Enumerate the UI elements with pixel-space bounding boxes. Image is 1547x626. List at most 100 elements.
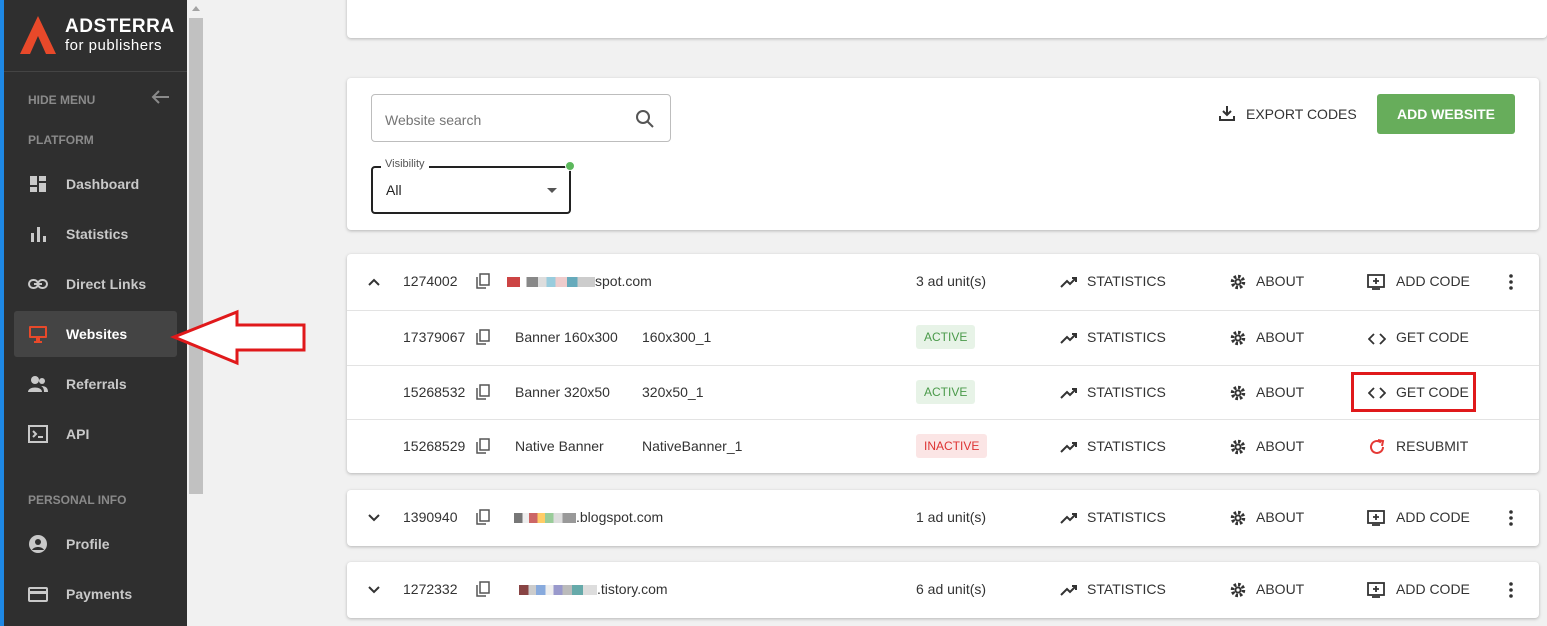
- website-domain[interactable]: .tistory.com: [597, 581, 668, 597]
- copy-icon[interactable]: [476, 438, 490, 454]
- website-id: 1274002: [403, 273, 458, 289]
- sidebar-item-label: Referrals: [66, 376, 127, 392]
- arrow-left-icon[interactable]: [150, 89, 170, 105]
- trending-up-icon: [1060, 585, 1077, 596]
- caret-down-icon: [547, 188, 557, 193]
- about-link[interactable]: ABOUT: [1256, 438, 1304, 454]
- dashboard-icon: [30, 176, 46, 192]
- sidebar-item-label: Direct Links: [66, 276, 147, 292]
- section-platform: PLATFORM: [28, 133, 94, 147]
- status-badge: ACTIVE: [916, 325, 976, 349]
- about-link[interactable]: ABOUT: [1256, 581, 1304, 597]
- gear-icon: [1230, 385, 1246, 401]
- add-code-link[interactable]: ADD CODE: [1396, 273, 1470, 289]
- sidebar-item-label: Websites: [66, 326, 128, 342]
- more-vert-icon[interactable]: [1509, 274, 1513, 290]
- get-code-link[interactable]: GET CODE: [1396, 329, 1469, 345]
- sidebar-item-label: Profile: [66, 536, 110, 552]
- redacted-domain: [507, 277, 595, 287]
- sidebar-item-direct-links[interactable]: Direct Links: [14, 261, 177, 307]
- sidebar-item-profile[interactable]: Profile: [14, 521, 177, 567]
- status-badge: ACTIVE: [916, 380, 976, 404]
- copy-icon[interactable]: [476, 384, 490, 400]
- statistics-link[interactable]: STATISTICS: [1087, 581, 1166, 597]
- ad-unit-name: NativeBanner_1: [642, 438, 743, 454]
- sidebar-item-dashboard[interactable]: Dashboard: [14, 161, 177, 207]
- hide-menu-label[interactable]: HIDE MENU: [28, 93, 95, 107]
- status-badge: INACTIVE: [916, 434, 988, 458]
- sidebar: ADSTERRA for publishers HIDE MENU PLATFO…: [4, 0, 187, 626]
- ad-unit-name: 320x50_1: [642, 384, 704, 400]
- refresh-icon: [1370, 439, 1385, 454]
- ad-unit-id: 17379067: [403, 329, 466, 345]
- credit-card-icon: [28, 587, 48, 602]
- redacted-domain: [514, 513, 576, 523]
- brand-subtitle: for publishers: [65, 37, 163, 54]
- about-link[interactable]: ABOUT: [1256, 329, 1304, 345]
- website-domain[interactable]: .blogspot.com: [576, 509, 663, 525]
- statistics-link[interactable]: STATISTICS: [1087, 509, 1166, 525]
- row-divider: [347, 365, 1539, 366]
- add-code-link[interactable]: ADD CODE: [1396, 581, 1470, 597]
- sidebar-item-api[interactable]: API: [14, 411, 177, 457]
- trending-up-icon: [1060, 333, 1077, 344]
- gear-icon: [1230, 582, 1246, 598]
- row-divider: [347, 310, 1539, 311]
- statistics-link[interactable]: STATISTICS: [1087, 384, 1166, 400]
- visibility-select[interactable]: All: [371, 166, 571, 214]
- ad-unit-id: 15268532: [403, 384, 466, 400]
- adsterra-logo-icon: [20, 16, 56, 54]
- copy-icon[interactable]: [476, 273, 490, 289]
- sidebar-item-payments[interactable]: Payments: [14, 571, 177, 617]
- sidebar-item-statistics[interactable]: Statistics: [14, 211, 177, 257]
- search-placeholder: Website search: [385, 112, 482, 128]
- copy-icon[interactable]: [476, 581, 490, 597]
- sidebar-item-websites[interactable]: Websites: [14, 311, 177, 357]
- sidebar-item-label: Dashboard: [66, 176, 140, 192]
- website-domain[interactable]: spot.com: [595, 273, 652, 289]
- scroll-up-icon[interactable]: [192, 6, 200, 11]
- chevron-down-icon[interactable]: [367, 585, 381, 595]
- ad-unit-count: 3 ad unit(s): [916, 273, 987, 289]
- trending-up-icon: [1060, 442, 1077, 453]
- ad-unit-count: 6 ad unit(s): [916, 581, 987, 597]
- copy-icon[interactable]: [476, 329, 490, 345]
- gear-icon: [1230, 274, 1246, 290]
- statistics-link[interactable]: STATISTICS: [1087, 273, 1166, 289]
- gear-icon: [1230, 510, 1246, 526]
- sidebar-item-label: API: [66, 426, 90, 442]
- ad-unit-count: 1 ad unit(s): [916, 509, 987, 525]
- ad-unit-id: 15268529: [403, 438, 466, 454]
- account-circle-icon: [29, 535, 47, 553]
- add-box-icon: [1367, 510, 1385, 526]
- chevron-up-icon[interactable]: [367, 277, 381, 287]
- about-link[interactable]: ABOUT: [1256, 273, 1304, 289]
- add-box-icon: [1367, 582, 1385, 598]
- sidebar-item-referrals[interactable]: Referrals: [14, 361, 177, 407]
- ad-unit-type: Banner 320x50: [515, 384, 610, 400]
- search-icon[interactable]: [634, 108, 656, 130]
- about-link[interactable]: ABOUT: [1256, 509, 1304, 525]
- statistics-link[interactable]: STATISTICS: [1087, 329, 1166, 345]
- sidebar-divider: [4, 71, 187, 72]
- scrollbar-thumb[interactable]: [189, 18, 203, 494]
- row-divider: [347, 419, 1539, 420]
- link-icon: [28, 279, 48, 289]
- trending-up-icon: [1060, 388, 1077, 399]
- bar-chart-icon: [31, 227, 46, 242]
- add-website-button[interactable]: ADD WEBSITE: [1377, 94, 1515, 134]
- download-icon: [1219, 106, 1235, 121]
- website-search-input[interactable]: Website search: [371, 94, 671, 142]
- more-vert-icon[interactable]: [1509, 582, 1513, 598]
- ad-unit-name: 160x300_1: [642, 329, 712, 345]
- resubmit-link[interactable]: RESUBMIT: [1396, 438, 1468, 454]
- trending-up-icon: [1060, 513, 1077, 524]
- statistics-link[interactable]: STATISTICS: [1087, 438, 1166, 454]
- website-id: 1272332: [403, 581, 458, 597]
- add-code-link[interactable]: ADD CODE: [1396, 509, 1470, 525]
- top-card: [347, 0, 1547, 38]
- about-link[interactable]: ABOUT: [1256, 384, 1304, 400]
- copy-icon[interactable]: [476, 509, 490, 525]
- chevron-down-icon[interactable]: [367, 513, 381, 523]
- more-vert-icon[interactable]: [1509, 510, 1513, 526]
